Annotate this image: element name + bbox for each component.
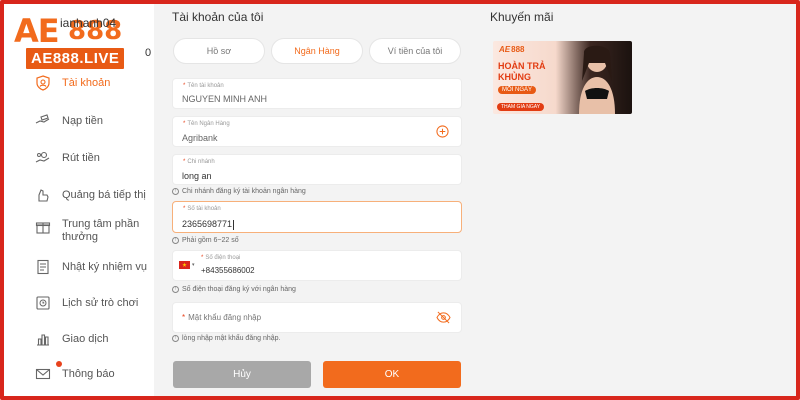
password-placeholder: * Mật khẩu đăng nhập xyxy=(182,313,262,322)
field-label: * Tên tài khoản xyxy=(183,83,224,89)
info-icon: ! xyxy=(172,188,179,195)
field-label: * Số điện thoại xyxy=(201,255,241,261)
user-shield-icon xyxy=(34,74,52,92)
banner-model-image xyxy=(579,45,615,114)
mail-icon xyxy=(34,365,52,383)
page-title: Tài khoản của tôi xyxy=(172,10,264,24)
username-tail: 0 xyxy=(145,47,152,59)
account-number-value: 2365698771 xyxy=(182,219,235,230)
phone-value: +84355686002 xyxy=(201,266,255,275)
deposit-hand-icon xyxy=(34,112,52,130)
bank-name-field[interactable]: * Tên Ngân Hàng Agribank xyxy=(172,116,462,147)
sidebar-item-account[interactable]: Tài khoản xyxy=(34,74,110,92)
phone-hint: ! Số điện thoại đăng ký với ngân hàng xyxy=(172,286,296,293)
notification-badge xyxy=(56,361,62,367)
sidebar-item-label: Nạp tiền xyxy=(62,115,103,127)
banner-line2: KHỦNG xyxy=(498,72,531,82)
promo-banner[interactable]: AE888 HOÀN TRẢ KHỦNG MỖI NGÀY THAM GIA N… xyxy=(493,41,632,114)
branch-hint: ! Chi nhánh đăng ký tài khoản ngân hàng xyxy=(172,188,306,195)
ok-button[interactable]: OK xyxy=(323,361,461,388)
sidebar-item-label: Quảng bá tiếp thị xyxy=(62,189,146,201)
cancel-button[interactable]: Hủy xyxy=(173,361,311,388)
sidebar-item-tasks[interactable]: Nhật ký nhiệm vụ xyxy=(34,258,147,276)
promo-hand-icon xyxy=(34,186,52,204)
branch-value: long an xyxy=(182,171,212,181)
sidebar-item-label: Giao dịch xyxy=(62,333,109,345)
banner-logo: AE888 xyxy=(499,45,525,54)
phone-field[interactable]: ▾ * Số điện thoại +84355686002 xyxy=(172,250,462,281)
account-name-value: NGUYEN MINH ANH xyxy=(182,94,268,104)
logo-ae-text: AE xyxy=(14,12,60,50)
account-name-field[interactable]: * Tên tài khoản NGUYEN MINH ANH xyxy=(172,78,462,109)
sidebar-item-game-history[interactable]: Lịch sử trò chơi xyxy=(34,294,138,312)
sidebar-item-marketing[interactable]: Quảng bá tiếp thị xyxy=(34,186,146,204)
task-list-icon xyxy=(34,258,52,276)
sidebar-item-label: Nhật ký nhiệm vụ xyxy=(62,261,147,273)
sidebar-item-transactions[interactable]: Giao dịch xyxy=(34,330,108,348)
branch-field[interactable]: * Chi nhánh long an xyxy=(172,154,462,185)
country-code-selector[interactable]: ▾ xyxy=(179,261,195,269)
sidebar-item-label: Lịch sử trò chơi xyxy=(62,297,139,309)
banner-line3: MỖI NGÀY xyxy=(498,86,537,94)
field-label: * Chi nhánh xyxy=(183,159,215,165)
eye-off-icon[interactable] xyxy=(436,311,451,329)
info-icon: ! xyxy=(172,237,179,244)
vietnam-flag-icon xyxy=(179,261,190,269)
field-label: * Số tài khoản xyxy=(183,206,221,212)
tab-label: Hồ sơ xyxy=(206,46,232,56)
tab-profile[interactable]: Hồ sơ xyxy=(173,38,265,64)
account-number-hint: ! Phải gồm 6~22 số xyxy=(172,237,239,244)
sidebar-item-label: Rút tiền xyxy=(62,152,100,164)
withdraw-coins-icon xyxy=(34,149,52,167)
text-cursor xyxy=(233,219,235,230)
banner-line1: HOÀN TRẢ xyxy=(498,61,546,71)
field-label: * Tên Ngân Hàng xyxy=(183,121,230,127)
info-icon: ! xyxy=(172,335,179,342)
banner-cta-button[interactable]: THAM GIA NGAY xyxy=(497,103,545,111)
username: ianhanh04 xyxy=(60,16,117,30)
gift-icon xyxy=(34,218,52,236)
tab-label: Ví tiền của tôi xyxy=(387,46,443,56)
tab-label: Ngân Hàng xyxy=(294,46,340,56)
bank-name-value: Agribank xyxy=(182,133,218,143)
sidebar-item-label: Trung tâm phần thưởng xyxy=(62,218,140,243)
game-history-icon xyxy=(34,294,52,312)
promo-title: Khuyến mãi xyxy=(490,10,554,24)
sidebar: AE 888 AE888.LIVE ianhanh04 0 Tài khoản … xyxy=(4,4,154,396)
chevron-down-icon: ▾ xyxy=(192,262,195,268)
info-icon: ! xyxy=(172,286,179,293)
tab-wallet[interactable]: Ví tiền của tôi xyxy=(369,38,461,64)
sidebar-item-label: Thông báo xyxy=(62,368,115,380)
sidebar-item-deposit[interactable]: Nạp tiền xyxy=(34,112,103,130)
add-circle-icon[interactable] xyxy=(436,125,449,143)
sidebar-item-notifications[interactable]: Thông báo xyxy=(34,365,115,383)
account-number-field[interactable]: * Số tài khoản 2365698771 xyxy=(172,201,462,233)
bar-chart-icon xyxy=(34,330,52,348)
sidebar-item-rewards[interactable]: Trung tâm phần thưởng xyxy=(34,218,142,244)
sidebar-item-label: Tài khoản xyxy=(62,77,111,89)
password-field[interactable]: * Mật khẩu đăng nhập xyxy=(172,302,462,333)
tab-bank[interactable]: Ngân Hàng xyxy=(271,38,363,64)
logo-live-badge: AE888.LIVE xyxy=(24,46,127,71)
sidebar-item-withdraw[interactable]: Rút tiền xyxy=(34,149,100,167)
password-hint: ! lòng nhập mật khẩu đăng nhập. xyxy=(172,335,280,342)
